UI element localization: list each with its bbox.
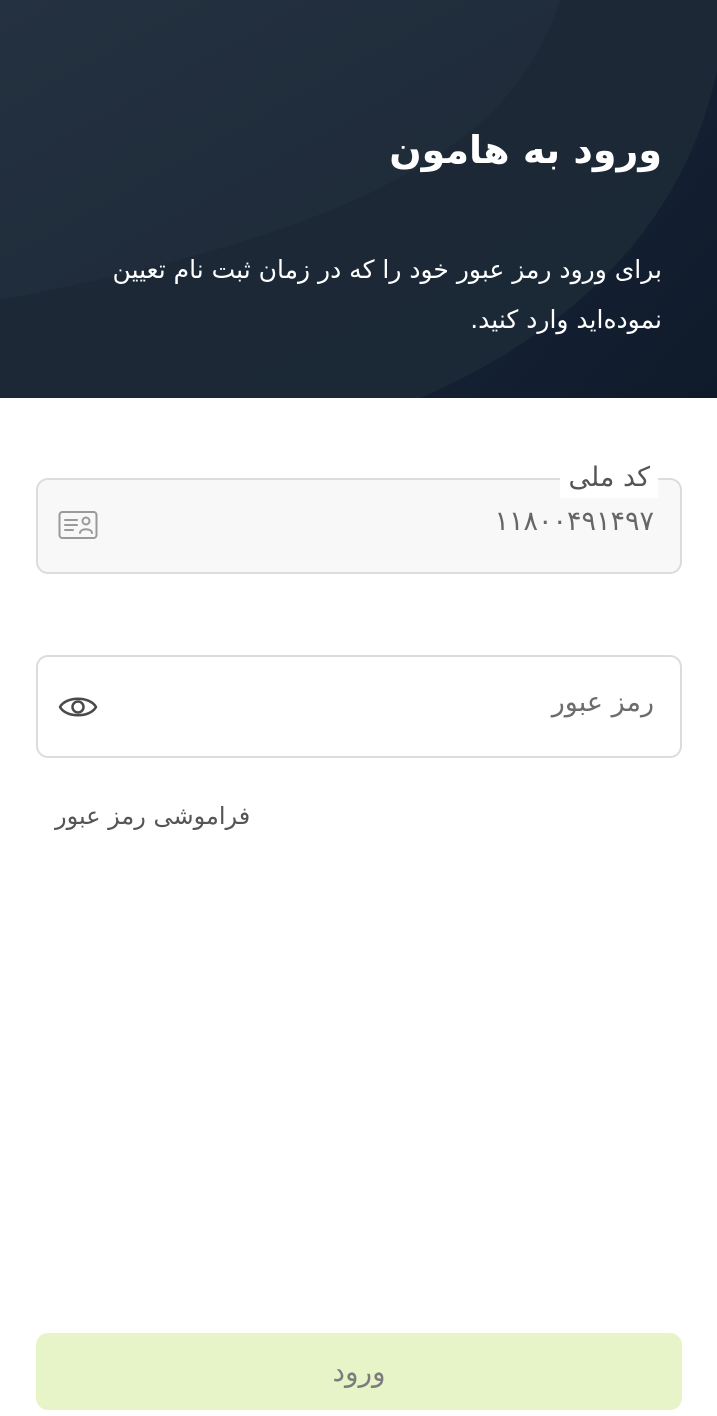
login-page: ورود به هامون برای ورود رمز عبور خود را … xyxy=(0,0,717,1416)
national-code-field[interactable]: کد ملی ۱۱۸۰۰۴۹۱۴۹۷ xyxy=(36,458,682,574)
eye-icon[interactable] xyxy=(58,690,98,724)
page-title: ورود به هامون xyxy=(389,128,662,172)
password-field[interactable] xyxy=(36,655,682,758)
page-subtitle: برای ورود رمز عبور خود را که در زمان ثبت… xyxy=(112,255,662,334)
forgot-password-link[interactable]: فراموشی رمز عبور xyxy=(55,802,250,830)
id-card-icon xyxy=(58,511,98,539)
national-code-label: کد ملی xyxy=(560,458,658,498)
login-button[interactable]: ورود xyxy=(36,1333,682,1410)
national-code-value[interactable]: ۱۱۸۰۰۴۹۱۴۹۷ xyxy=(174,506,654,537)
password-input[interactable] xyxy=(174,687,654,718)
header-banner: ورود به هامون برای ورود رمز عبور خود را … xyxy=(0,0,717,398)
